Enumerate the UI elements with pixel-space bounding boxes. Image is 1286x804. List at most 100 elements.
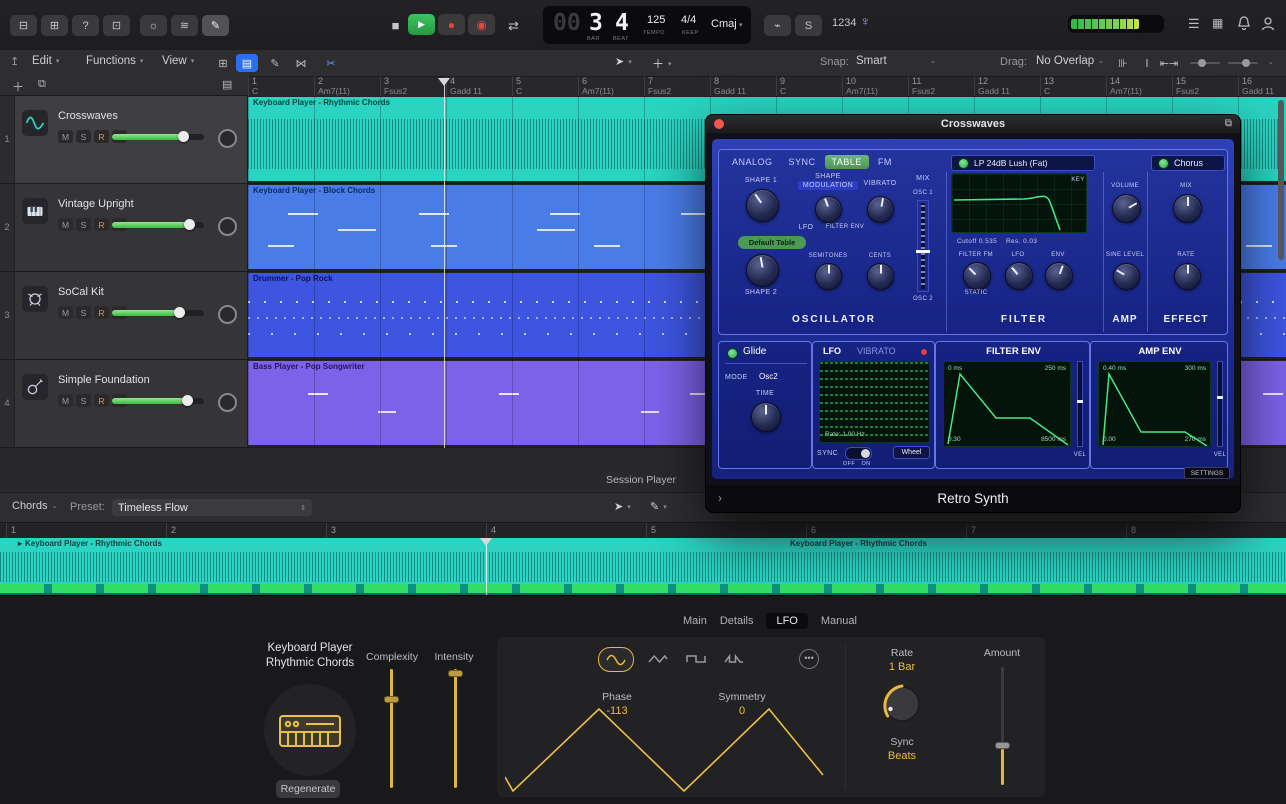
- preset-dropdown[interactable]: Timeless Flow⇕: [112, 499, 312, 516]
- low-latency-icon[interactable]: ⌁: [764, 15, 791, 36]
- fx-mix-knob[interactable]: [1173, 194, 1202, 223]
- record-enable-button[interactable]: R: [94, 394, 109, 407]
- waveform-triangle-button[interactable]: [641, 647, 675, 670]
- editor-pointer-tool[interactable]: ➤▾: [614, 500, 631, 513]
- drag-dropdown[interactable]: No Overlap⌄: [1036, 55, 1104, 67]
- editors-pencil-icon[interactable]: ✎: [202, 15, 229, 36]
- mute-button[interactable]: M: [58, 130, 73, 143]
- functions-menu[interactable]: Functions▾: [86, 55, 143, 67]
- fenv-release-value[interactable]: 8500 ms: [1041, 436, 1066, 443]
- track-header-vintage-upright[interactable]: 2 Vintage Upright M S R I: [0, 184, 248, 271]
- library-panel-icon[interactable]: ⊟: [10, 15, 37, 36]
- semitones-knob[interactable]: [815, 263, 842, 290]
- flex-tool-icon[interactable]: ✂: [320, 54, 342, 72]
- editor-playhead-marker[interactable]: [480, 538, 492, 546]
- track-header-options-icon[interactable]: ▤: [222, 78, 232, 91]
- cutoff-value[interactable]: 0.535: [979, 238, 997, 245]
- disclosure-icon[interactable]: ▸: [18, 539, 22, 548]
- settings-button[interactable]: SETTINGS: [1184, 467, 1230, 479]
- close-window-icon[interactable]: [714, 119, 724, 129]
- record-button[interactable]: ●: [438, 14, 465, 35]
- vibrato-tab[interactable]: VIBRATO: [857, 346, 896, 356]
- sync-value[interactable]: Beats: [870, 750, 934, 762]
- edit-menu[interactable]: Edit▾: [32, 55, 59, 67]
- share-user-icon[interactable]: [1260, 15, 1276, 33]
- aenv-release-value[interactable]: 270 ms: [1185, 436, 1206, 443]
- chords-dropdown[interactable]: Chords⌄: [12, 500, 57, 512]
- record-enable-button[interactable]: R: [94, 306, 109, 319]
- pan-knob[interactable]: [218, 217, 237, 236]
- chorus-dropdown[interactable]: Chorus: [1151, 155, 1225, 171]
- amp-env-display[interactable]: 0.40 ms 300 ms 0.00 270 ms: [1098, 361, 1211, 447]
- nudge-up-icon[interactable]: ↥: [10, 55, 19, 68]
- intensity-slider-handle[interactable]: [448, 670, 463, 677]
- vibrato-record-icon[interactable]: [921, 349, 927, 355]
- filter-env-display[interactable]: 0 ms 250 ms 0.30 8500 ms: [943, 361, 1071, 447]
- mute-button[interactable]: M: [58, 394, 73, 407]
- lcd-display[interactable]: 00 3 4 BAR BEAT 125 TEMPO 4/4 KEEP Cmaj …: [543, 6, 751, 44]
- keyboard-player-icon[interactable]: [262, 682, 358, 783]
- solo-mode-icon[interactable]: S: [795, 15, 822, 36]
- notifications-bell-icon[interactable]: [1236, 15, 1252, 33]
- aenv-attack-value[interactable]: 0.40 ms: [1103, 365, 1126, 372]
- pan-knob[interactable]: [218, 393, 237, 412]
- tab-fm[interactable]: FM: [871, 155, 899, 169]
- rate-knob[interactable]: [879, 681, 925, 727]
- list-view-icon[interactable]: ▤: [236, 54, 258, 72]
- playhead-marker[interactable]: [438, 78, 450, 86]
- track-name[interactable]: Simple Foundation: [58, 374, 150, 386]
- tab-details[interactable]: Details: [720, 615, 754, 627]
- auto-zoom-icon[interactable]: Ⅰ: [1136, 54, 1158, 72]
- waveform-pulse-button[interactable]: [717, 647, 751, 670]
- v-zoom-slider[interactable]: [1228, 62, 1258, 64]
- pencil-tool-icon[interactable]: ✎: [264, 54, 286, 72]
- quick-help-icon[interactable]: ?: [72, 15, 99, 36]
- link-window-icon[interactable]: ⧉: [1225, 115, 1232, 133]
- fenv-sustain-value[interactable]: 0.30: [948, 436, 961, 443]
- add-track-icon[interactable]: ＋: [12, 78, 24, 95]
- track-name[interactable]: Vintage Upright: [58, 198, 134, 210]
- volume-slider[interactable]: [112, 310, 204, 316]
- lfo-wave-display[interactable]: Rate: 1.00 Hz: [819, 361, 930, 443]
- mute-button[interactable]: M: [58, 306, 73, 319]
- fenv-vel-slider[interactable]: [1077, 361, 1083, 447]
- volume-slider[interactable]: [112, 134, 204, 140]
- inspector-panel-icon[interactable]: ⊞: [41, 15, 68, 36]
- play-button[interactable]: ▶: [408, 14, 435, 35]
- fenv-attack-value[interactable]: 0 ms: [948, 365, 962, 372]
- filter-preset-dropdown[interactable]: LP 24dB Lush (Fat): [951, 155, 1095, 171]
- volume-slider[interactable]: [112, 222, 204, 228]
- apple-loops-icon[interactable]: ▦: [1212, 16, 1223, 30]
- vibrato-knob[interactable]: [867, 196, 894, 223]
- editor-pencil-tool[interactable]: ✎▾: [650, 500, 667, 513]
- osc-mix-slider[interactable]: [917, 200, 929, 292]
- tab-analog[interactable]: ANALOG: [725, 155, 780, 169]
- master-level-meter[interactable]: [1068, 15, 1164, 33]
- pan-knob[interactable]: [218, 129, 237, 148]
- fx-rate-knob[interactable]: [1174, 263, 1201, 290]
- cents-knob[interactable]: [867, 263, 894, 290]
- lfo-tab[interactable]: LFO: [823, 346, 841, 356]
- amount-slider-handle[interactable]: [995, 742, 1010, 749]
- aenv-decay-value[interactable]: 300 ms: [1185, 365, 1206, 372]
- track-header-crosswaves[interactable]: 1 Crosswaves M S R I: [0, 96, 248, 183]
- h-zoom-slider[interactable]: [1190, 62, 1220, 64]
- duplicate-track-icon[interactable]: ⧉: [38, 78, 46, 91]
- track-name[interactable]: SoCal Kit: [58, 286, 104, 298]
- chorus-power-icon[interactable]: [1158, 158, 1169, 169]
- tab-lfo[interactable]: LFO: [766, 613, 807, 629]
- plugin-titlebar[interactable]: Crosswaves ⧉: [706, 115, 1240, 133]
- track-header-socal-kit[interactable]: 3 SoCal Kit M S R I: [0, 272, 248, 359]
- stop-button[interactable]: ■: [382, 15, 409, 36]
- waveform-square-button[interactable]: [679, 647, 713, 670]
- more-options-icon[interactable]: •••: [799, 649, 819, 669]
- pan-knob[interactable]: [218, 305, 237, 324]
- tab-main[interactable]: Main: [683, 615, 707, 627]
- snap-dropdown[interactable]: Smart⌄: [856, 55, 936, 67]
- tab-sync[interactable]: SYNC: [782, 155, 823, 169]
- toolbar-overflow-chevron-icon[interactable]: ⌄: [1268, 58, 1274, 66]
- editor-bar-ruler[interactable]: 12345678: [0, 522, 1286, 539]
- editor-playhead[interactable]: [486, 538, 487, 595]
- filter-fm-knob[interactable]: [963, 262, 991, 290]
- aenv-sustain-value[interactable]: 0.00: [1103, 436, 1116, 443]
